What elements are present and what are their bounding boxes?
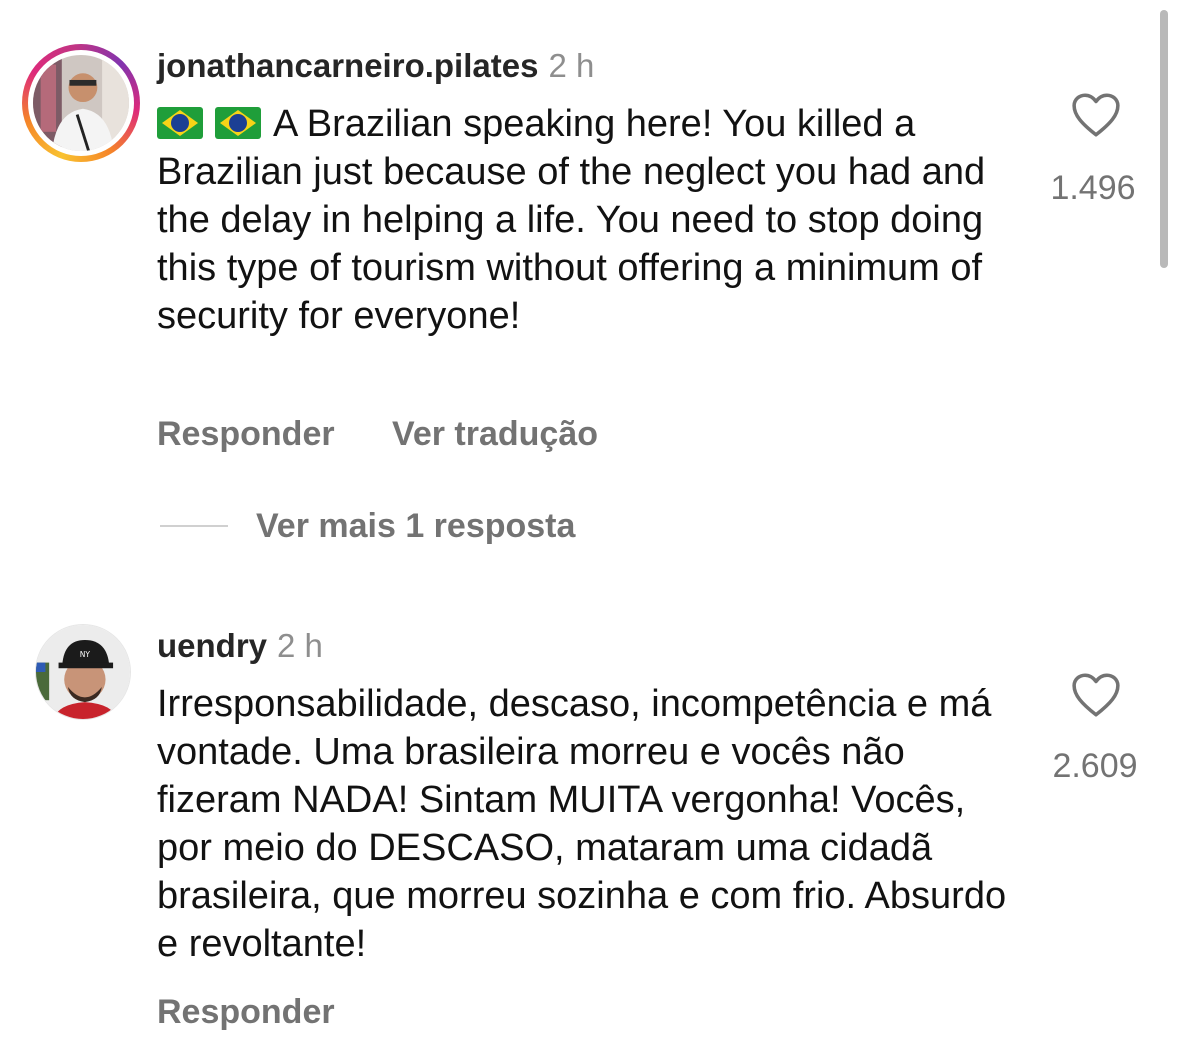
like-count: 2.609 <box>1052 747 1138 785</box>
comment-time: 2 h <box>277 627 323 664</box>
divider-line <box>160 525 228 527</box>
view-more-replies-label[interactable]: Ver mais 1 resposta <box>256 507 575 545</box>
comment-time: 2 h <box>548 47 595 84</box>
heart-outline-icon[interactable] <box>1071 672 1121 718</box>
svg-text:NY: NY <box>80 650 91 659</box>
brazil-flag-emoji <box>215 107 261 139</box>
like-count: 1.496 <box>1050 169 1136 207</box>
comment-username[interactable]: uendry <box>157 627 267 664</box>
comment-text: A Brazilian speaking here! You killed a … <box>157 103 986 337</box>
comment-text: Irresponsabilidade, descaso, incompetênc… <box>157 683 1007 965</box>
reply-button[interactable]: Responder <box>157 992 335 1032</box>
avatar-story-ring[interactable] <box>22 44 140 162</box>
view-more-replies[interactable]: Ver mais 1 resposta <box>160 506 575 546</box>
comment-text-container: A Brazilian speaking here! You killed a … <box>157 100 1017 340</box>
comment-username[interactable]: jonathancarneiro.pilates <box>157 47 538 84</box>
translate-button[interactable]: Ver tradução <box>392 414 598 454</box>
scrollbar[interactable] <box>1160 10 1168 268</box>
avatar[interactable]: NY <box>35 624 131 720</box>
reply-button[interactable]: Responder <box>157 414 335 454</box>
heart-outline-icon[interactable] <box>1071 92 1121 138</box>
brazil-flag-emoji <box>157 107 203 139</box>
avatar <box>33 55 129 151</box>
